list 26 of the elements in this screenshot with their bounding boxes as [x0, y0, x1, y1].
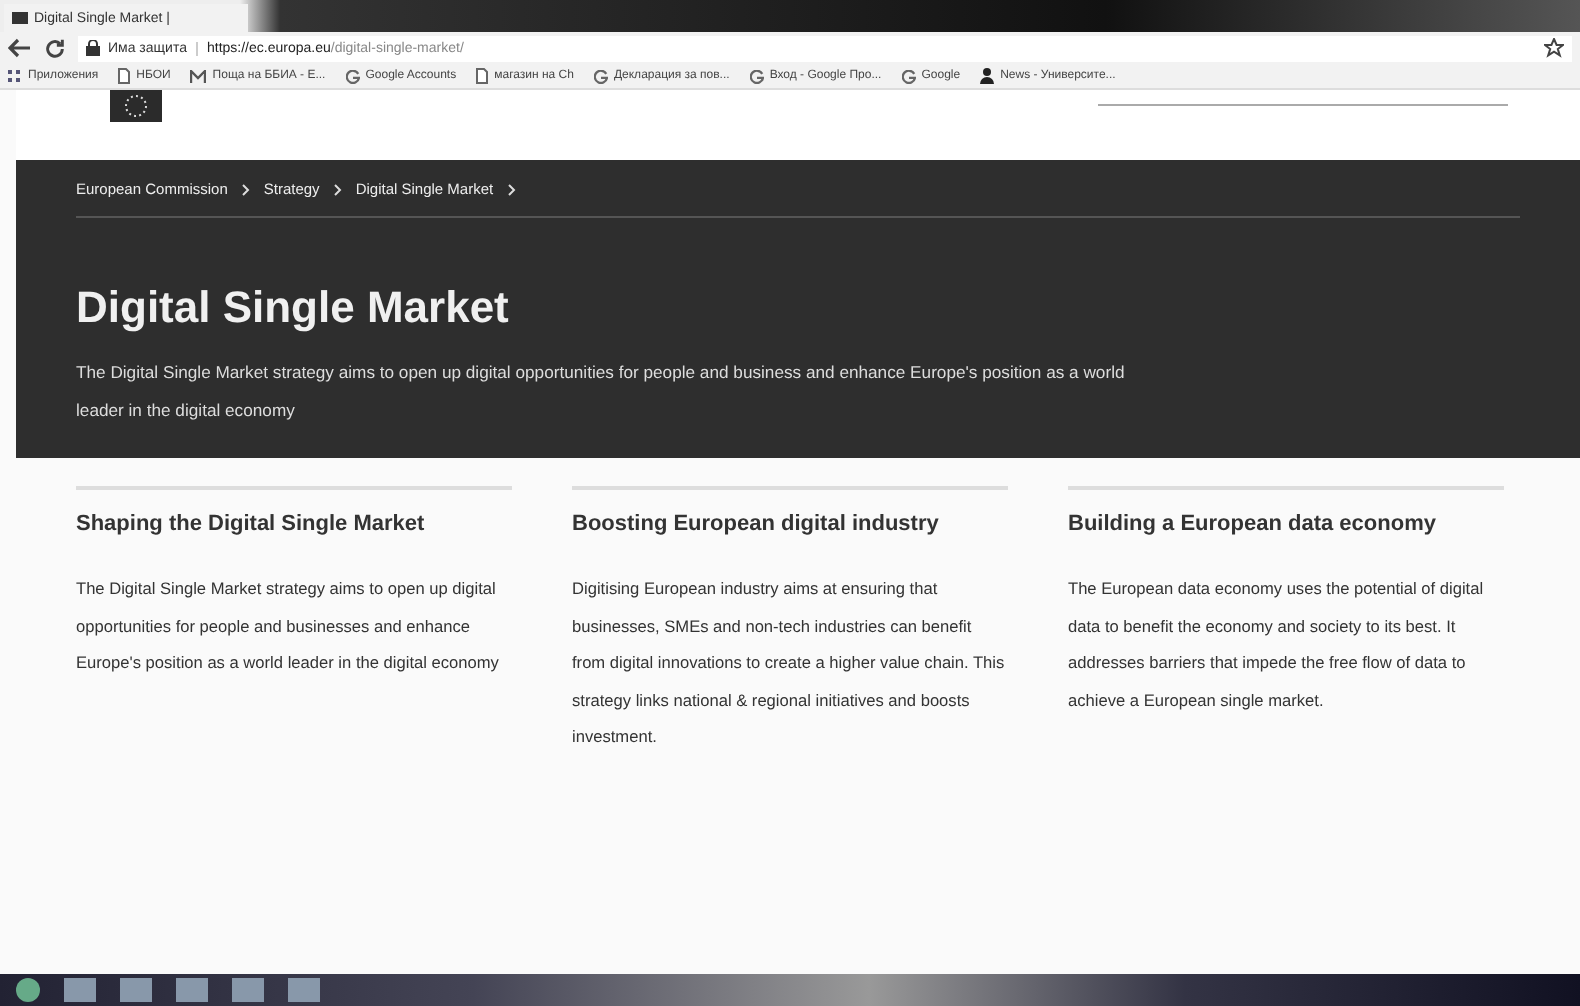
- section-text: Digitising European industry aims at ensuring that businesses, SMEs and non-tech industries can benefit from digital innovations to create a higher value chain. This strategy links national & regional initiatives and boosts investment.: [572, 576, 1007, 751]
- section-text: The Digital Single Market strategy aims to open up digital opportunities for people and businesses and enhance Europe's position as a world leader in the digital economy: [76, 576, 501, 677]
- start-button[interactable]: [16, 978, 40, 1002]
- chevron-icon: [333, 183, 342, 195]
- reload-button[interactable]: [44, 37, 66, 59]
- mail-icon: [190, 69, 207, 83]
- person-icon: [980, 68, 995, 84]
- section-heading: Shaping the Digital Single Market: [76, 510, 427, 540]
- star-icon[interactable]: [1544, 38, 1564, 58]
- apps-icon: [8, 69, 22, 83]
- page-title: Digital Single Market: [76, 282, 511, 334]
- chevron-icon: [241, 183, 250, 195]
- section-heading: Boosting European digital industry: [572, 510, 941, 540]
- hero-description: The Digital Single Market strategy aims to open up digital opportunities for people and business and enhance Europe's position as a world leader in the digital economy: [76, 360, 1127, 424]
- google-icon: [593, 69, 608, 83]
- google-icon: [345, 69, 360, 83]
- google-icon: [901, 69, 916, 83]
- chevron-icon: [507, 183, 516, 195]
- page-icon: [118, 68, 131, 84]
- page-icon: [12, 12, 28, 24]
- page-icon: [476, 68, 489, 84]
- back-button[interactable]: [8, 38, 32, 58]
- lock-icon: [86, 40, 100, 56]
- section-text: The European data economy uses the potential of digital data to benefit the economy and society to its best. It addresses barriers that impede the free flow of data to achieve a European single market.: [1068, 576, 1486, 714]
- google-icon: [749, 69, 764, 83]
- section-heading: Building a European data economy: [1068, 510, 1438, 540]
